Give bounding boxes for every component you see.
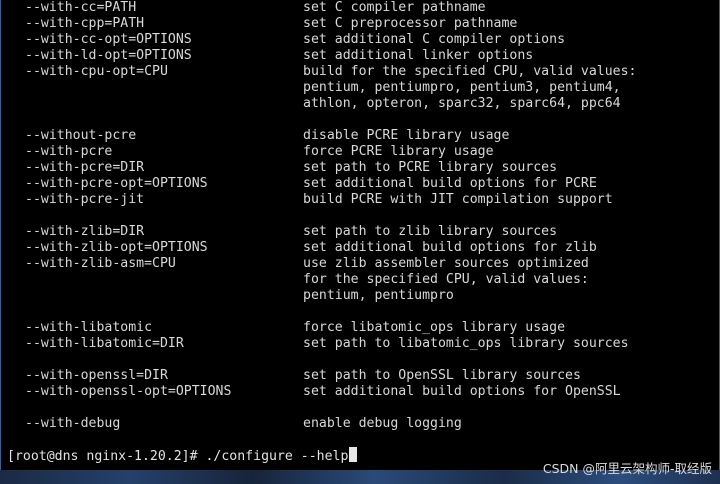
help-line: --with-pcre force PCRE library usage xyxy=(1,144,719,160)
help-line: --with-cc=PATH set C compiler pathname xyxy=(1,0,719,16)
help-line: --with-cpp=PATH set C preprocessor pathna… xyxy=(1,16,719,32)
option-flag: --with-pcre=DIR xyxy=(25,160,145,175)
help-line: --without-pcre disable PCRE library usage xyxy=(1,128,719,144)
option-flag: --with-zlib-asm=CPU xyxy=(25,256,176,271)
option-flag: --with-openssl=DIR xyxy=(25,368,168,383)
text-cursor xyxy=(349,447,358,462)
help-line: --with-zlib-opt=OPTIONS set additional bu… xyxy=(1,240,719,256)
option-description: force PCRE library usage xyxy=(303,144,494,159)
option-description: set additional C compiler options xyxy=(303,32,566,47)
option-flag: --with-openssl-opt=OPTIONS xyxy=(25,384,232,399)
option-description: pentium, pentiumpro xyxy=(303,288,454,303)
help-line: --with-openssl=DIR set path to OpenSSL li… xyxy=(1,368,719,384)
help-line: athlon, opteron, sparc32, sparc64, ppc64 xyxy=(1,96,719,112)
option-flag: --with-cpp=PATH xyxy=(25,16,145,31)
option-description: set additional build options for PCRE xyxy=(303,176,597,191)
option-flag: --with-pcre-opt=OPTIONS xyxy=(25,176,208,191)
option-description: disable PCRE library usage xyxy=(303,128,510,143)
help-line xyxy=(1,400,719,416)
csdn-watermark: CSDN @阿里云架构师-取经版 xyxy=(542,461,712,476)
help-line: pentium, pentiumpro xyxy=(1,288,719,304)
option-flag: --with-libatomic xyxy=(25,320,153,335)
option-description: set additional build options for zlib xyxy=(303,240,597,255)
help-line xyxy=(1,304,719,320)
shell-prompt-text: [root@dns nginx-1.20.2]# ./configure --h… xyxy=(7,449,349,464)
option-flag: --without-pcre xyxy=(25,128,137,143)
option-description: set path to OpenSSL library sources xyxy=(303,368,581,383)
help-line: --with-libatomic=DIR set path to libatomi… xyxy=(1,336,719,352)
help-line: --with-openssl-opt=OPTIONS set additional… xyxy=(1,384,719,400)
help-line: --with-pcre=DIR set path to PCRE library … xyxy=(1,160,719,176)
option-description: use zlib assembler sources optimized xyxy=(303,256,589,271)
option-description: force libatomic_ops library usage xyxy=(303,320,566,335)
option-description: set C preprocessor pathname xyxy=(303,16,518,31)
help-line: --with-debug enable debug logging xyxy=(1,416,719,432)
option-flag: --with-cpu-opt=CPU xyxy=(25,64,168,79)
help-line: --with-zlib-asm=CPU use zlib assembler so… xyxy=(1,256,719,272)
option-description: athlon, opteron, sparc32, sparc64, ppc64 xyxy=(303,96,621,111)
shell-prompt-line[interactable]: [root@dns nginx-1.20.2]# ./configure --h… xyxy=(7,447,358,464)
help-line: --with-cc-opt=OPTIONS set additional C co… xyxy=(1,32,719,48)
option-description: build for the specified CPU, valid value… xyxy=(303,64,637,79)
option-description: set additional build options for OpenSSL xyxy=(303,384,621,399)
help-line: --with-ld-opt=OPTIONS set additional link… xyxy=(1,48,719,64)
help-line: --with-pcre-opt=OPTIONS set additional bu… xyxy=(1,176,719,192)
help-line: for the specified CPU, valid values: xyxy=(1,272,719,288)
option-description: pentium, pentiumpro, pentium3, pentium4, xyxy=(303,80,621,95)
option-flag: --with-pcre xyxy=(25,144,113,159)
option-description: set additional linker options xyxy=(303,48,534,63)
option-flag: --with-zlib-opt=OPTIONS xyxy=(25,240,208,255)
option-flag: --with-cc=PATH xyxy=(25,0,137,15)
help-line: --with-cpu-opt=CPU build for the specifie… xyxy=(1,64,719,80)
option-flag: --with-pcre-jit xyxy=(25,192,145,207)
option-description: for the specified CPU, valid values: xyxy=(303,272,589,287)
help-line: --with-libatomic force libatomic_ops libr… xyxy=(1,320,719,336)
option-description: set path to zlib library sources xyxy=(303,224,558,239)
terminal-window[interactable]: --with-cc=PATH set C compiler pathname --w… xyxy=(0,0,720,470)
help-line: pentium, pentiumpro, pentium3, pentium4, xyxy=(1,80,719,96)
help-line xyxy=(1,112,719,128)
option-description: build PCRE with JIT compilation support xyxy=(303,192,613,207)
help-line xyxy=(1,208,719,224)
help-line xyxy=(1,352,719,368)
help-line: --with-pcre-jit build PCRE with JIT compi… xyxy=(1,192,719,208)
option-flag: --with-zlib=DIR xyxy=(25,224,145,239)
option-flag: --with-cc-opt=OPTIONS xyxy=(25,32,192,47)
help-line: --with-zlib=DIR set path to zlib library … xyxy=(1,224,719,240)
option-flag: --with-ld-opt=OPTIONS xyxy=(25,48,192,63)
option-description: enable debug logging xyxy=(303,416,462,431)
option-description: set path to libatomic_ops library source… xyxy=(303,336,629,351)
option-flag: --with-debug xyxy=(25,416,121,431)
option-description: set path to PCRE library sources xyxy=(303,160,558,175)
option-description: set C compiler pathname xyxy=(303,0,486,15)
option-flag: --with-libatomic=DIR xyxy=(25,336,184,351)
